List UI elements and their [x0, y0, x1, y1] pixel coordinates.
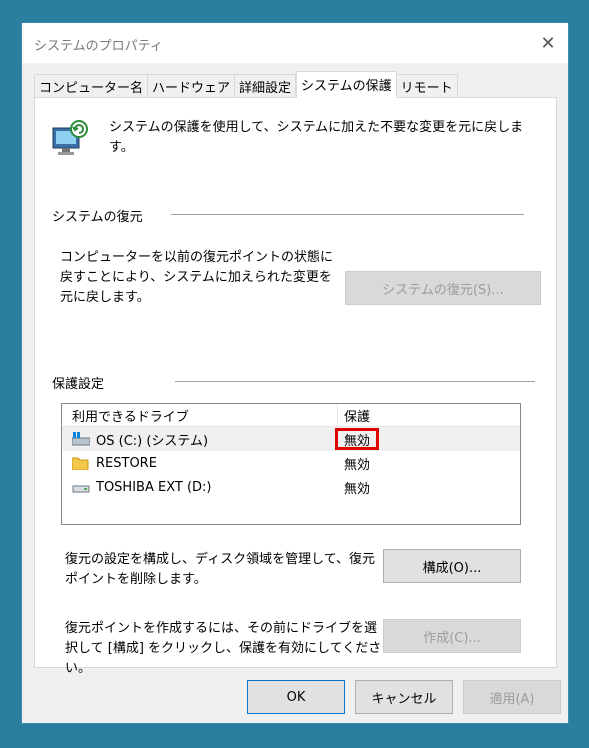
system-properties-window: システムのプロパティ ✕ コンピューター名 ハードウェア 詳細設定 システムの保… [21, 22, 569, 724]
title-bar: システムのプロパティ ✕ [22, 23, 568, 63]
tab-bar: コンピューター名 ハードウェア 詳細設定 システムの保護 リモート [34, 71, 458, 98]
restore-heading: システムの復元 [52, 210, 143, 225]
column-separator[interactable] [337, 404, 338, 426]
drive-protection-status: 無効 [344, 481, 371, 497]
protection-divider [175, 381, 535, 382]
system-protection-icon [52, 120, 88, 155]
external-drive-icon [72, 485, 90, 493]
drive-name: RESTORE [96, 455, 157, 471]
system-drive-icon [72, 432, 90, 446]
window-title: システムのプロパティ [34, 39, 163, 54]
column-header-drive[interactable]: 利用できるドライブ [72, 406, 189, 425]
close-icon: ✕ [540, 32, 556, 54]
close-button[interactable]: ✕ [534, 29, 562, 57]
tab-hardware[interactable]: ハードウェア [148, 74, 236, 98]
folder-icon [72, 457, 89, 470]
drive-protection-status: 無効 [344, 457, 371, 473]
list-header: 利用できるドライブ 保護 [62, 404, 520, 427]
drive-name: TOSHIBA EXT (D:) [96, 479, 212, 495]
drive-row-c[interactable]: OS (C:) (システム) 無効 [62, 427, 520, 451]
create-button[interactable]: 作成(C)... [383, 619, 521, 653]
drive-row-restore[interactable]: RESTORE 無効 [62, 451, 520, 475]
tab-remote[interactable]: リモート [396, 74, 458, 98]
tab-advanced[interactable]: 詳細設定 [235, 74, 297, 98]
system-protection-panel: システムの保護を使用して、システムに加えた不要な変更を元に戻します。 システムの… [34, 97, 557, 676]
configure-description: 復元の設定を構成し、ディスク領域を管理して、復元ポイントを削除します。 [65, 552, 376, 587]
restore-description: コンピューターを以前の復元ポイントの状態に戻すことにより、システムに加えられた変… [60, 250, 334, 305]
intro-text: システムの保護を使用して、システムに加えた不要な変更を元に戻します。 [109, 120, 524, 155]
cancel-button[interactable]: キャンセル [355, 680, 453, 714]
ok-button[interactable]: OK [247, 680, 345, 714]
system-restore-button[interactable]: システムの復元(S)... [345, 271, 541, 305]
tab-computer-name[interactable]: コンピューター名 [34, 74, 149, 98]
column-header-protection[interactable]: 保護 [344, 406, 370, 425]
drive-protection-status: 無効 [344, 433, 371, 449]
drive-row-d[interactable]: TOSHIBA EXT (D:) 無効 [62, 475, 520, 499]
restore-divider [171, 214, 524, 215]
drive-list[interactable]: 利用できるドライブ 保護 OS (C:) (システム) 無効 RESTORE 無… [61, 403, 521, 525]
configure-button[interactable]: 構成(O)... [383, 549, 521, 583]
drive-name: OS (C:) (システム) [96, 433, 209, 449]
apply-button[interactable]: 適用(A) [463, 680, 561, 714]
protection-heading: 保護設定 [52, 377, 105, 392]
create-description: 復元ポイントを作成するには、その前にドライブを選択して [構成] をクリックし、… [65, 621, 382, 676]
tab-system-protection[interactable]: システムの保護 [296, 71, 397, 98]
